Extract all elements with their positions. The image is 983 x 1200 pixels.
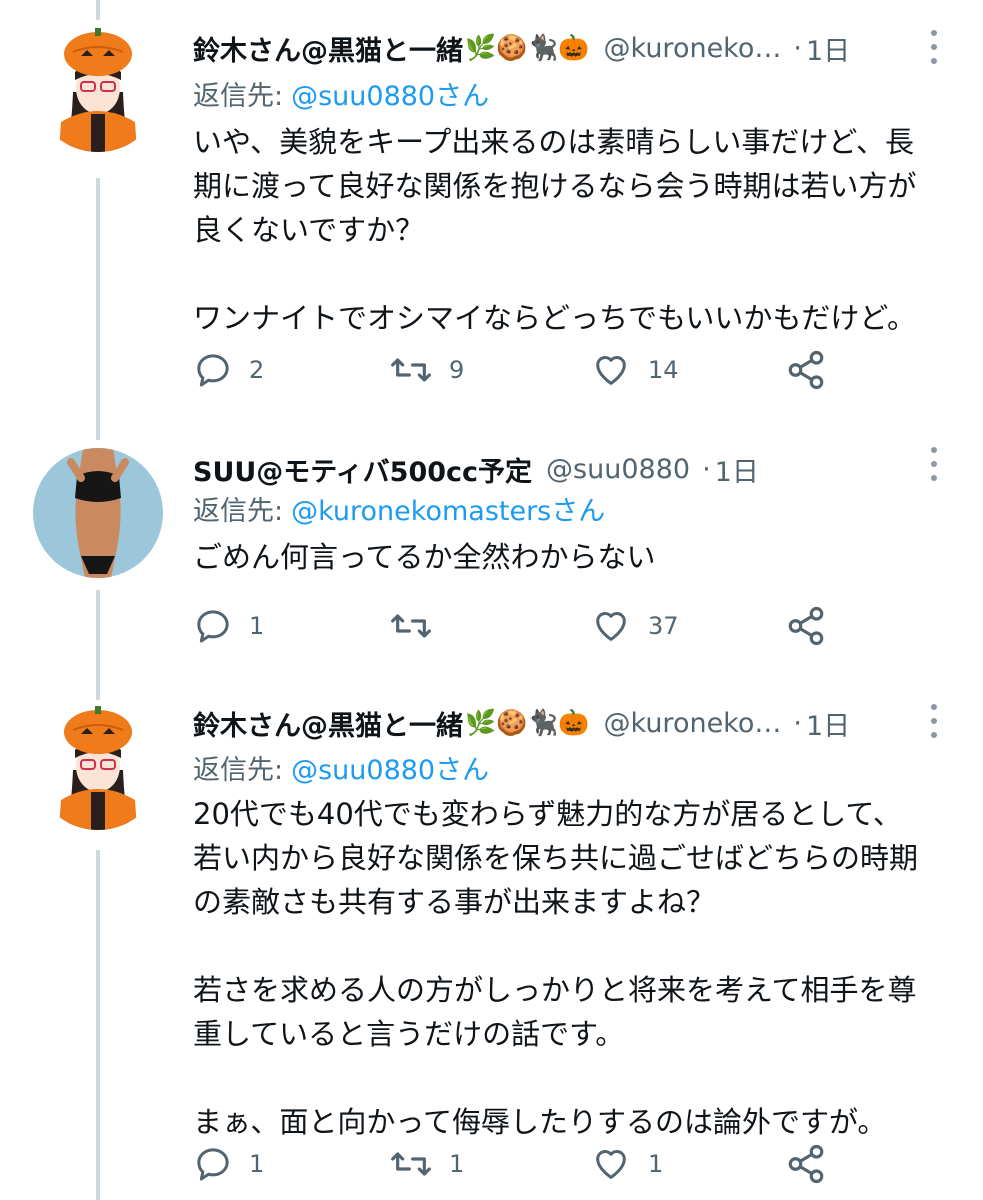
tweet-text: いや、美貌をキープ出来るのは素晴らしい事だけど、長 期に渡って良好な関係を抱ける… bbox=[193, 120, 953, 340]
separator-dot: · bbox=[793, 707, 802, 739]
share-button[interactable] bbox=[785, 604, 827, 648]
reply-to-label: 返信先: bbox=[193, 755, 284, 786]
avatar[interactable] bbox=[33, 22, 163, 152]
retweet-button[interactable] bbox=[389, 604, 449, 648]
tweet-header: 鈴木さん@黒猫と一緒 🌿🍪🐈‍⬛🎃 @kuroneko… · 1日 bbox=[193, 28, 923, 68]
like-button[interactable]: 14 bbox=[590, 348, 679, 392]
reply-icon bbox=[197, 1148, 229, 1181]
tweet-time[interactable]: 1日 bbox=[806, 704, 850, 743]
share-icon bbox=[788, 1144, 824, 1184]
author-handle[interactable]: @suu0880 bbox=[546, 454, 690, 485]
reply-to-label: 返信先: bbox=[193, 496, 284, 527]
heart-icon bbox=[596, 356, 626, 385]
more-options-icon[interactable] bbox=[927, 704, 941, 738]
reply-to-mention[interactable]: @suu0880さん bbox=[291, 81, 489, 112]
reply-button[interactable]: 1 bbox=[193, 604, 264, 648]
tweet-text-line: の素敵さも共有する事が出来ますよね？ bbox=[193, 885, 716, 919]
reply-count: 1 bbox=[249, 1150, 265, 1178]
heart-icon bbox=[596, 1150, 626, 1179]
avatar[interactable] bbox=[33, 448, 163, 578]
like-button[interactable]: 37 bbox=[590, 604, 679, 648]
tweet-text-line: 若さを求める人の方がしっかりと将来を考えて相手を尊 bbox=[193, 973, 917, 1007]
author-name[interactable]: 鈴木さん@黒猫と一緒 bbox=[193, 704, 463, 743]
tweet-text-line: 重していると言うだけの話です。 bbox=[193, 1017, 625, 1051]
tweet-actions: 1 1 1 bbox=[193, 1142, 843, 1186]
share-button[interactable] bbox=[785, 1142, 827, 1186]
retweet-count: 1 bbox=[449, 1150, 465, 1178]
reply-to: 返信先: @suu0880さん bbox=[193, 74, 489, 113]
share-icon bbox=[788, 350, 824, 390]
author-emoji: 🌿🍪🐈‍⬛🎃 bbox=[465, 708, 590, 737]
tweet-text-line: 20代でも40代でも変わらず魅力的な方が居るとして、 bbox=[193, 797, 902, 831]
like-count: 14 bbox=[648, 356, 679, 384]
reply-to-label: 返信先: bbox=[193, 81, 284, 112]
tweet-time[interactable]: 1日 bbox=[715, 450, 759, 489]
like-button[interactable]: 1 bbox=[590, 1142, 663, 1186]
author-name[interactable]: 鈴木さん@黒猫と一緒 bbox=[193, 29, 463, 68]
tweet-time[interactable]: 1日 bbox=[806, 29, 850, 68]
tweet-text: 20代でも40代でも変わらず魅力的な方が居るとして、 若い内から良好な関係を保ち… bbox=[193, 792, 953, 1144]
tweet-actions: 1 37 bbox=[193, 604, 843, 648]
tweet-text-line: まぁ、面と向かって侮辱したりするのは論外ですが。 bbox=[193, 1105, 887, 1139]
tweet-text-line: いや、美貌をキープ出来るのは素晴らしい事だけど、長 bbox=[193, 125, 914, 159]
share-icon bbox=[788, 606, 824, 646]
separator-dot: · bbox=[702, 453, 711, 485]
like-count: 1 bbox=[648, 1150, 664, 1178]
author-handle[interactable]: @kuroneko… bbox=[604, 708, 782, 739]
tweet[interactable]: 鈴木さん@黒猫と一緒 🌿🍪🐈‍⬛🎃 @kuroneko… · 1日 返信先: @s… bbox=[0, 0, 983, 420]
reply-count: 2 bbox=[249, 356, 265, 384]
reply-to: 返信先: @suu0880さん bbox=[193, 748, 489, 787]
tweet[interactable]: 鈴木さん@黒猫と一緒 🌿🍪🐈‍⬛🎃 @kuroneko… · 1日 返信先: @s… bbox=[0, 680, 983, 1200]
author-handle[interactable]: @kuroneko… bbox=[604, 33, 782, 64]
more-options-icon[interactable] bbox=[927, 30, 941, 64]
tweet-text-line: ごめん何言ってるか全然わからない bbox=[193, 540, 656, 574]
avatar[interactable] bbox=[33, 700, 163, 830]
tweet-text-line: 期に渡って良好な関係を抱けるなら会う時期は若い方が bbox=[193, 169, 917, 203]
tweet-header: SUU@モティバ500cc予定 @suu0880 · 1日 bbox=[193, 449, 923, 489]
separator-dot: · bbox=[793, 32, 802, 64]
retweet-icon bbox=[391, 1152, 431, 1176]
share-button[interactable] bbox=[785, 348, 827, 392]
retweet-count: 9 bbox=[449, 356, 465, 384]
tweet-actions: 2 9 14 bbox=[193, 348, 843, 392]
tweet-text: ごめん何言ってるか全然わからない bbox=[193, 535, 953, 579]
tweet-text-line: 良くないですか？ bbox=[193, 213, 425, 247]
reply-to-mention[interactable]: @kuronekomastersさん bbox=[291, 496, 605, 527]
reply-button[interactable]: 2 bbox=[193, 348, 264, 392]
tweet-text-line: 若い内から良好な関係を保ち共に過ごせばどちらの時期 bbox=[193, 841, 919, 875]
reply-icon bbox=[197, 354, 229, 387]
author-emoji: 🌿🍪🐈‍⬛🎃 bbox=[465, 33, 590, 62]
reply-count: 1 bbox=[249, 612, 265, 640]
reply-to-mention[interactable]: @suu0880さん bbox=[291, 755, 489, 786]
tweet[interactable]: SUU@モティバ500cc予定 @suu0880 · 1日 返信先: @kuron… bbox=[0, 440, 983, 680]
retweet-button[interactable]: 9 bbox=[389, 348, 464, 392]
heart-icon bbox=[596, 612, 626, 641]
reply-to: 返信先: @kuronekomastersさん bbox=[193, 489, 605, 528]
tweet-header: 鈴木さん@黒猫と一緒 🌿🍪🐈‍⬛🎃 @kuroneko… · 1日 bbox=[193, 703, 923, 743]
retweet-icon bbox=[391, 614, 431, 638]
retweet-icon bbox=[391, 358, 431, 382]
reply-button[interactable]: 1 bbox=[193, 1142, 264, 1186]
retweet-button[interactable]: 1 bbox=[389, 1142, 464, 1186]
reply-icon bbox=[197, 610, 229, 643]
tweet-text-line: ワンナイトでオシマイならどっちでもいいかもだけど。 bbox=[193, 301, 916, 335]
like-count: 37 bbox=[648, 612, 679, 640]
author-name[interactable]: SUU@モティバ500cc予定 bbox=[193, 450, 532, 489]
more-options-icon[interactable] bbox=[927, 447, 941, 481]
